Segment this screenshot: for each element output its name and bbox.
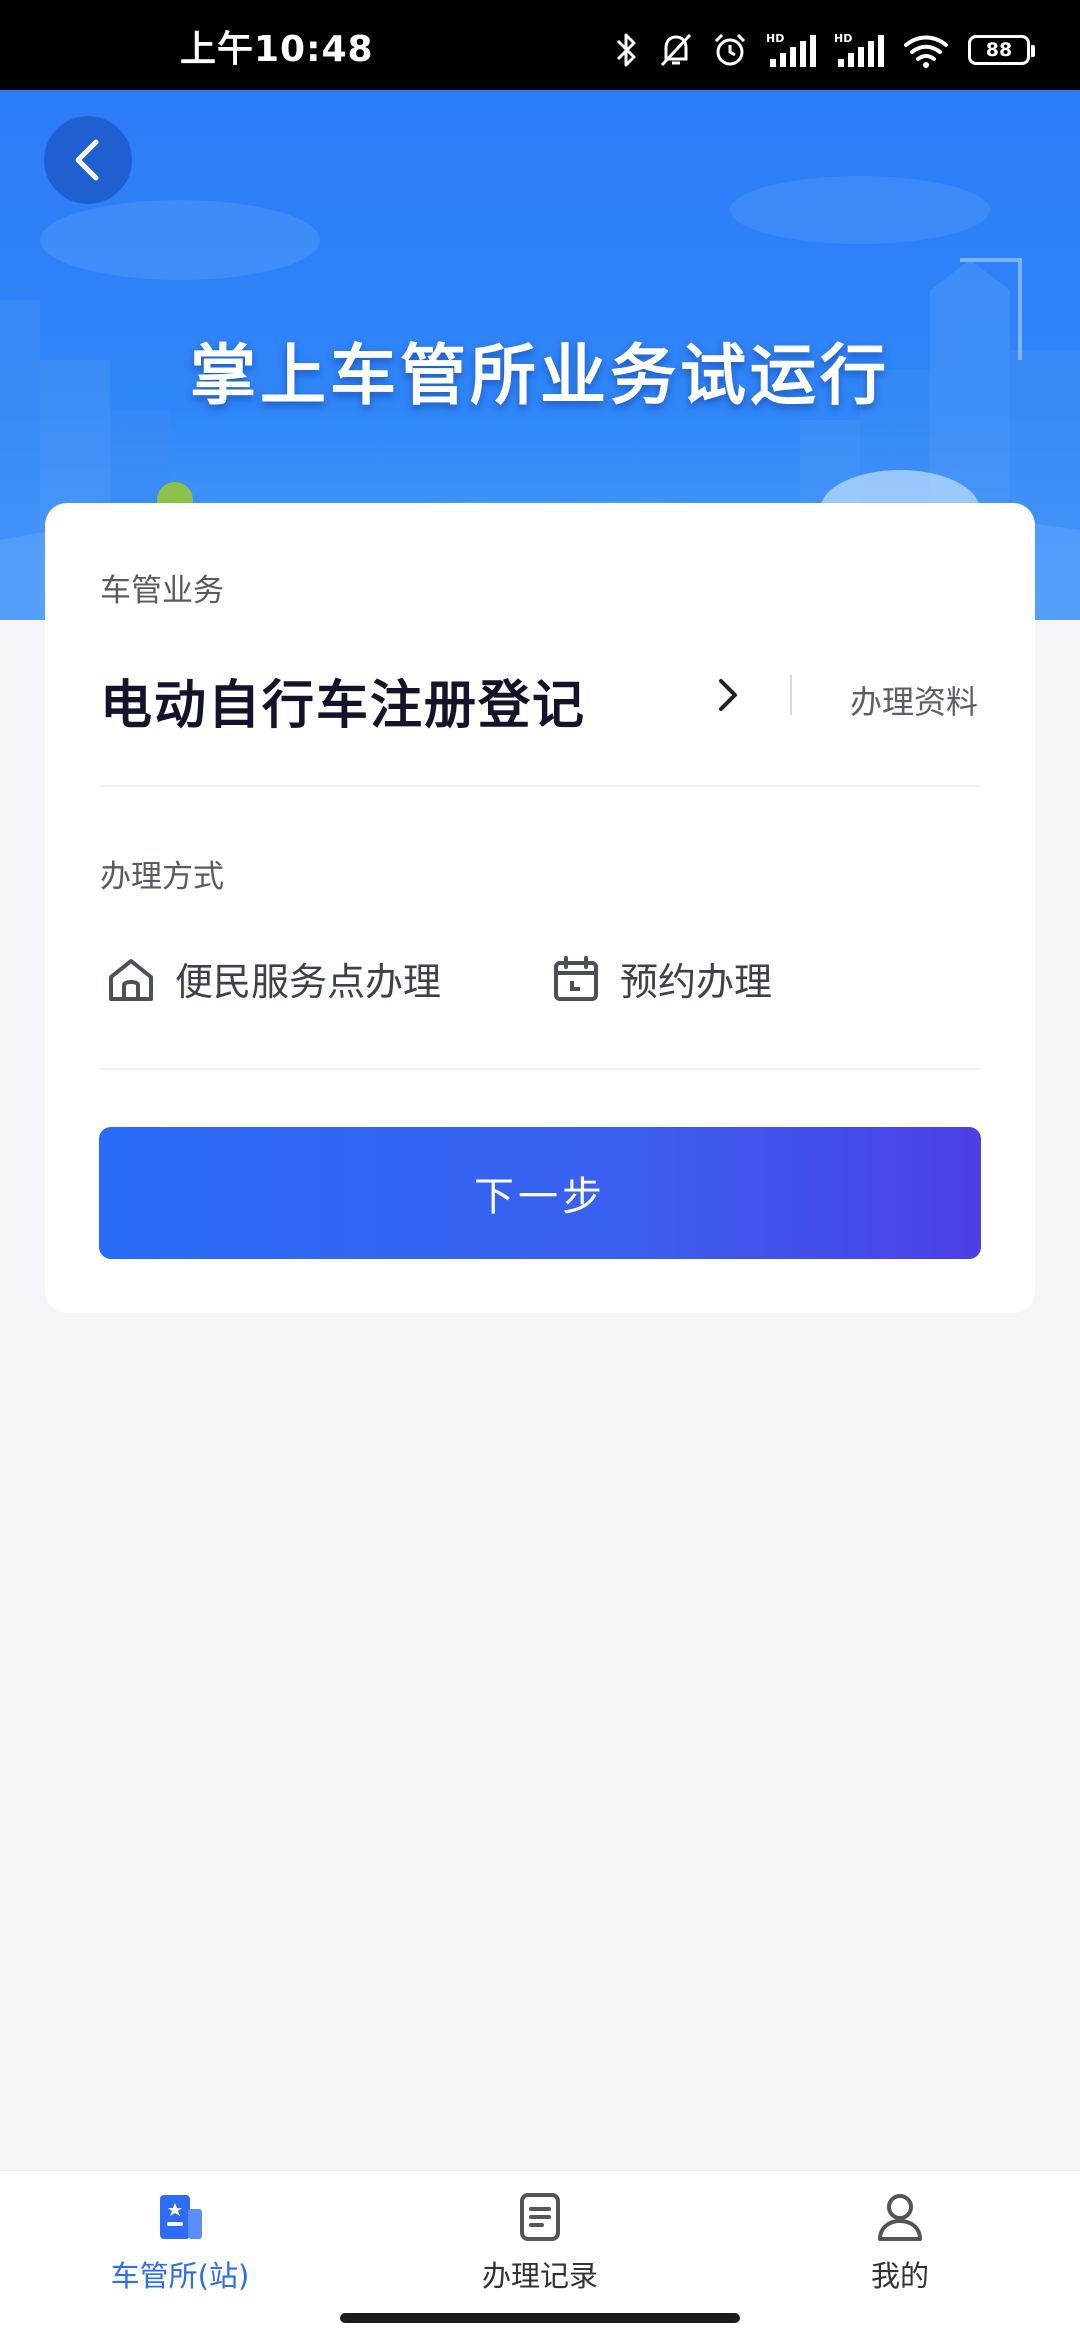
status-time: 上午10:48 <box>180 29 374 70</box>
home-indicator[interactable] <box>340 2313 740 2323</box>
method-label-service-point: 便民服务点办理 <box>175 960 442 1004</box>
home-icon <box>109 958 153 1001</box>
next-step-button[interactable]: 下一步 <box>99 1127 981 1259</box>
method-option-service-point[interactable]: 便民服务点办理 <box>105 951 441 1006</box>
banner-title: 掌上车管所业务试运行 <box>190 337 890 414</box>
user-icon <box>878 2194 922 2241</box>
bluetooth-icon <box>616 33 636 67</box>
battery-level: 88 <box>985 39 1013 61</box>
materials-link[interactable]: 办理资料 <box>850 677 978 723</box>
status-bar: 上午10:48 HD HD 88 <box>0 0 1080 90</box>
status-icons: HD HD 88 <box>614 30 1035 70</box>
wifi-icon <box>904 35 948 68</box>
service-card: 车管业务 电动自行车注册登记 办理资料 办理方式 便民服务点办理 预约办理 下一… <box>45 503 1035 1313</box>
method-label-appointment: 预约办理 <box>620 960 773 1004</box>
vertical-divider <box>790 675 792 715</box>
battery-icon: 88 <box>968 35 1035 65</box>
bell-muted-icon <box>660 33 692 67</box>
divider <box>100 1068 980 1070</box>
calendar-icon <box>554 955 598 1001</box>
service-section-label: 车管业务 <box>100 573 224 609</box>
chevron-right-icon[interactable] <box>713 673 743 717</box>
signal-icon-1: HD <box>766 32 816 67</box>
divider <box>100 785 980 787</box>
nav-item-records[interactable]: 办理记录 <box>410 2189 670 2295</box>
chevron-left-icon <box>75 139 99 181</box>
record-icon <box>520 2193 560 2241</box>
alarm-icon <box>714 33 746 66</box>
nav-item-station[interactable]: 车管所(站) <box>50 2189 310 2295</box>
nav-label-station: 车管所(站) <box>110 2259 250 2293</box>
nav-item-mine[interactable]: 我的 <box>770 2189 1030 2295</box>
service-name[interactable]: 电动自行车注册登记 <box>100 663 586 738</box>
hd-label-2: HD <box>834 32 852 45</box>
method-section-label: 办理方式 <box>100 859 224 895</box>
signal-icon-2: HD <box>834 32 884 67</box>
method-option-appointment[interactable]: 预约办理 <box>550 951 772 1006</box>
nav-label-records: 办理记录 <box>481 2259 598 2293</box>
hd-label-1: HD <box>766 32 784 45</box>
back-button[interactable] <box>44 116 132 204</box>
station-icon <box>160 2195 202 2239</box>
nav-label-mine: 我的 <box>870 2259 929 2293</box>
